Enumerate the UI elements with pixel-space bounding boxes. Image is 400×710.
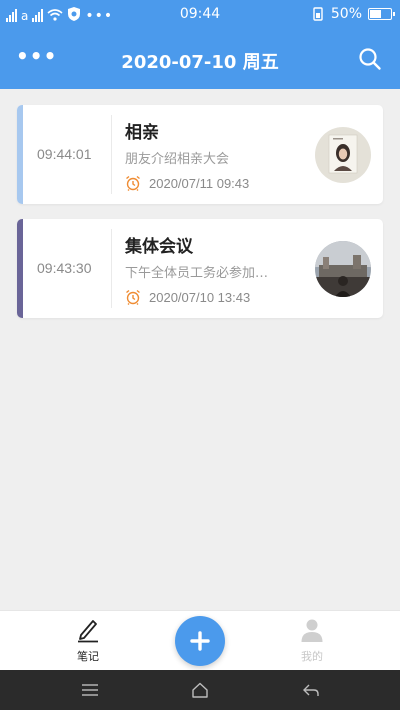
note-description: 朋友介绍相亲大会: [125, 152, 230, 167]
note-reminder: 2020/07/10 13:43: [125, 289, 250, 305]
user-icon: [301, 619, 323, 642]
menu-icon[interactable]: [81, 681, 99, 699]
app-bar: ••• 2020-07-10 周五: [0, 30, 400, 89]
sim-icon: [313, 7, 323, 21]
note-title: 集体会议: [125, 237, 193, 257]
alarm-clock-icon: [126, 175, 140, 191]
note-title: 相亲: [125, 123, 159, 143]
note-card[interactable]: 09:44:01 相亲 朋友介绍相亲大会 2020/07/11 09:43: [17, 105, 383, 204]
page-title: 2020-07-10 周五: [121, 52, 279, 73]
status-bar: a ••• 09:44 50%: [0, 0, 400, 30]
search-icon[interactable]: [358, 47, 382, 71]
notes-list: 09:44:01 相亲 朋友介绍相亲大会 2020/07/11 09:43 09…: [17, 105, 383, 333]
reminder-datetime: 2020/07/10 13:43: [149, 289, 251, 305]
divider: [111, 229, 112, 308]
note-description: 下午全体员工务必参加…: [125, 266, 269, 281]
battery-percent: 50%: [330, 6, 362, 22]
pen-icon: [78, 620, 98, 643]
note-card[interactable]: 09:43:30 集体会议 下午全体员工务必参加… 2020/07/10 13:…: [17, 219, 383, 318]
alarm-clock-icon: [126, 289, 140, 305]
tab-mine[interactable]: 我的: [282, 617, 342, 664]
divider: [111, 115, 112, 194]
note-time: 09:43:30: [37, 260, 92, 276]
home-icon[interactable]: [191, 681, 209, 699]
note-time: 09:44:01: [37, 146, 92, 162]
tab-mine-label: 我的: [301, 650, 323, 663]
tab-notes[interactable]: 笔记: [58, 617, 118, 664]
status-right: 50%: [311, 6, 395, 22]
system-nav-bar: [0, 670, 400, 710]
note-color-stripe: [17, 105, 23, 204]
battery-icon: [368, 8, 395, 20]
note-thumbnail: [315, 127, 371, 183]
add-note-button[interactable]: [175, 616, 225, 666]
note-reminder: 2020/07/11 09:43: [125, 175, 249, 191]
plus-icon: [190, 631, 210, 651]
back-icon[interactable]: [302, 681, 320, 699]
tab-notes-label: 笔记: [77, 650, 99, 663]
note-color-stripe: [17, 219, 23, 318]
reminder-datetime: 2020/07/11 09:43: [149, 175, 250, 191]
note-thumbnail: [315, 241, 371, 297]
